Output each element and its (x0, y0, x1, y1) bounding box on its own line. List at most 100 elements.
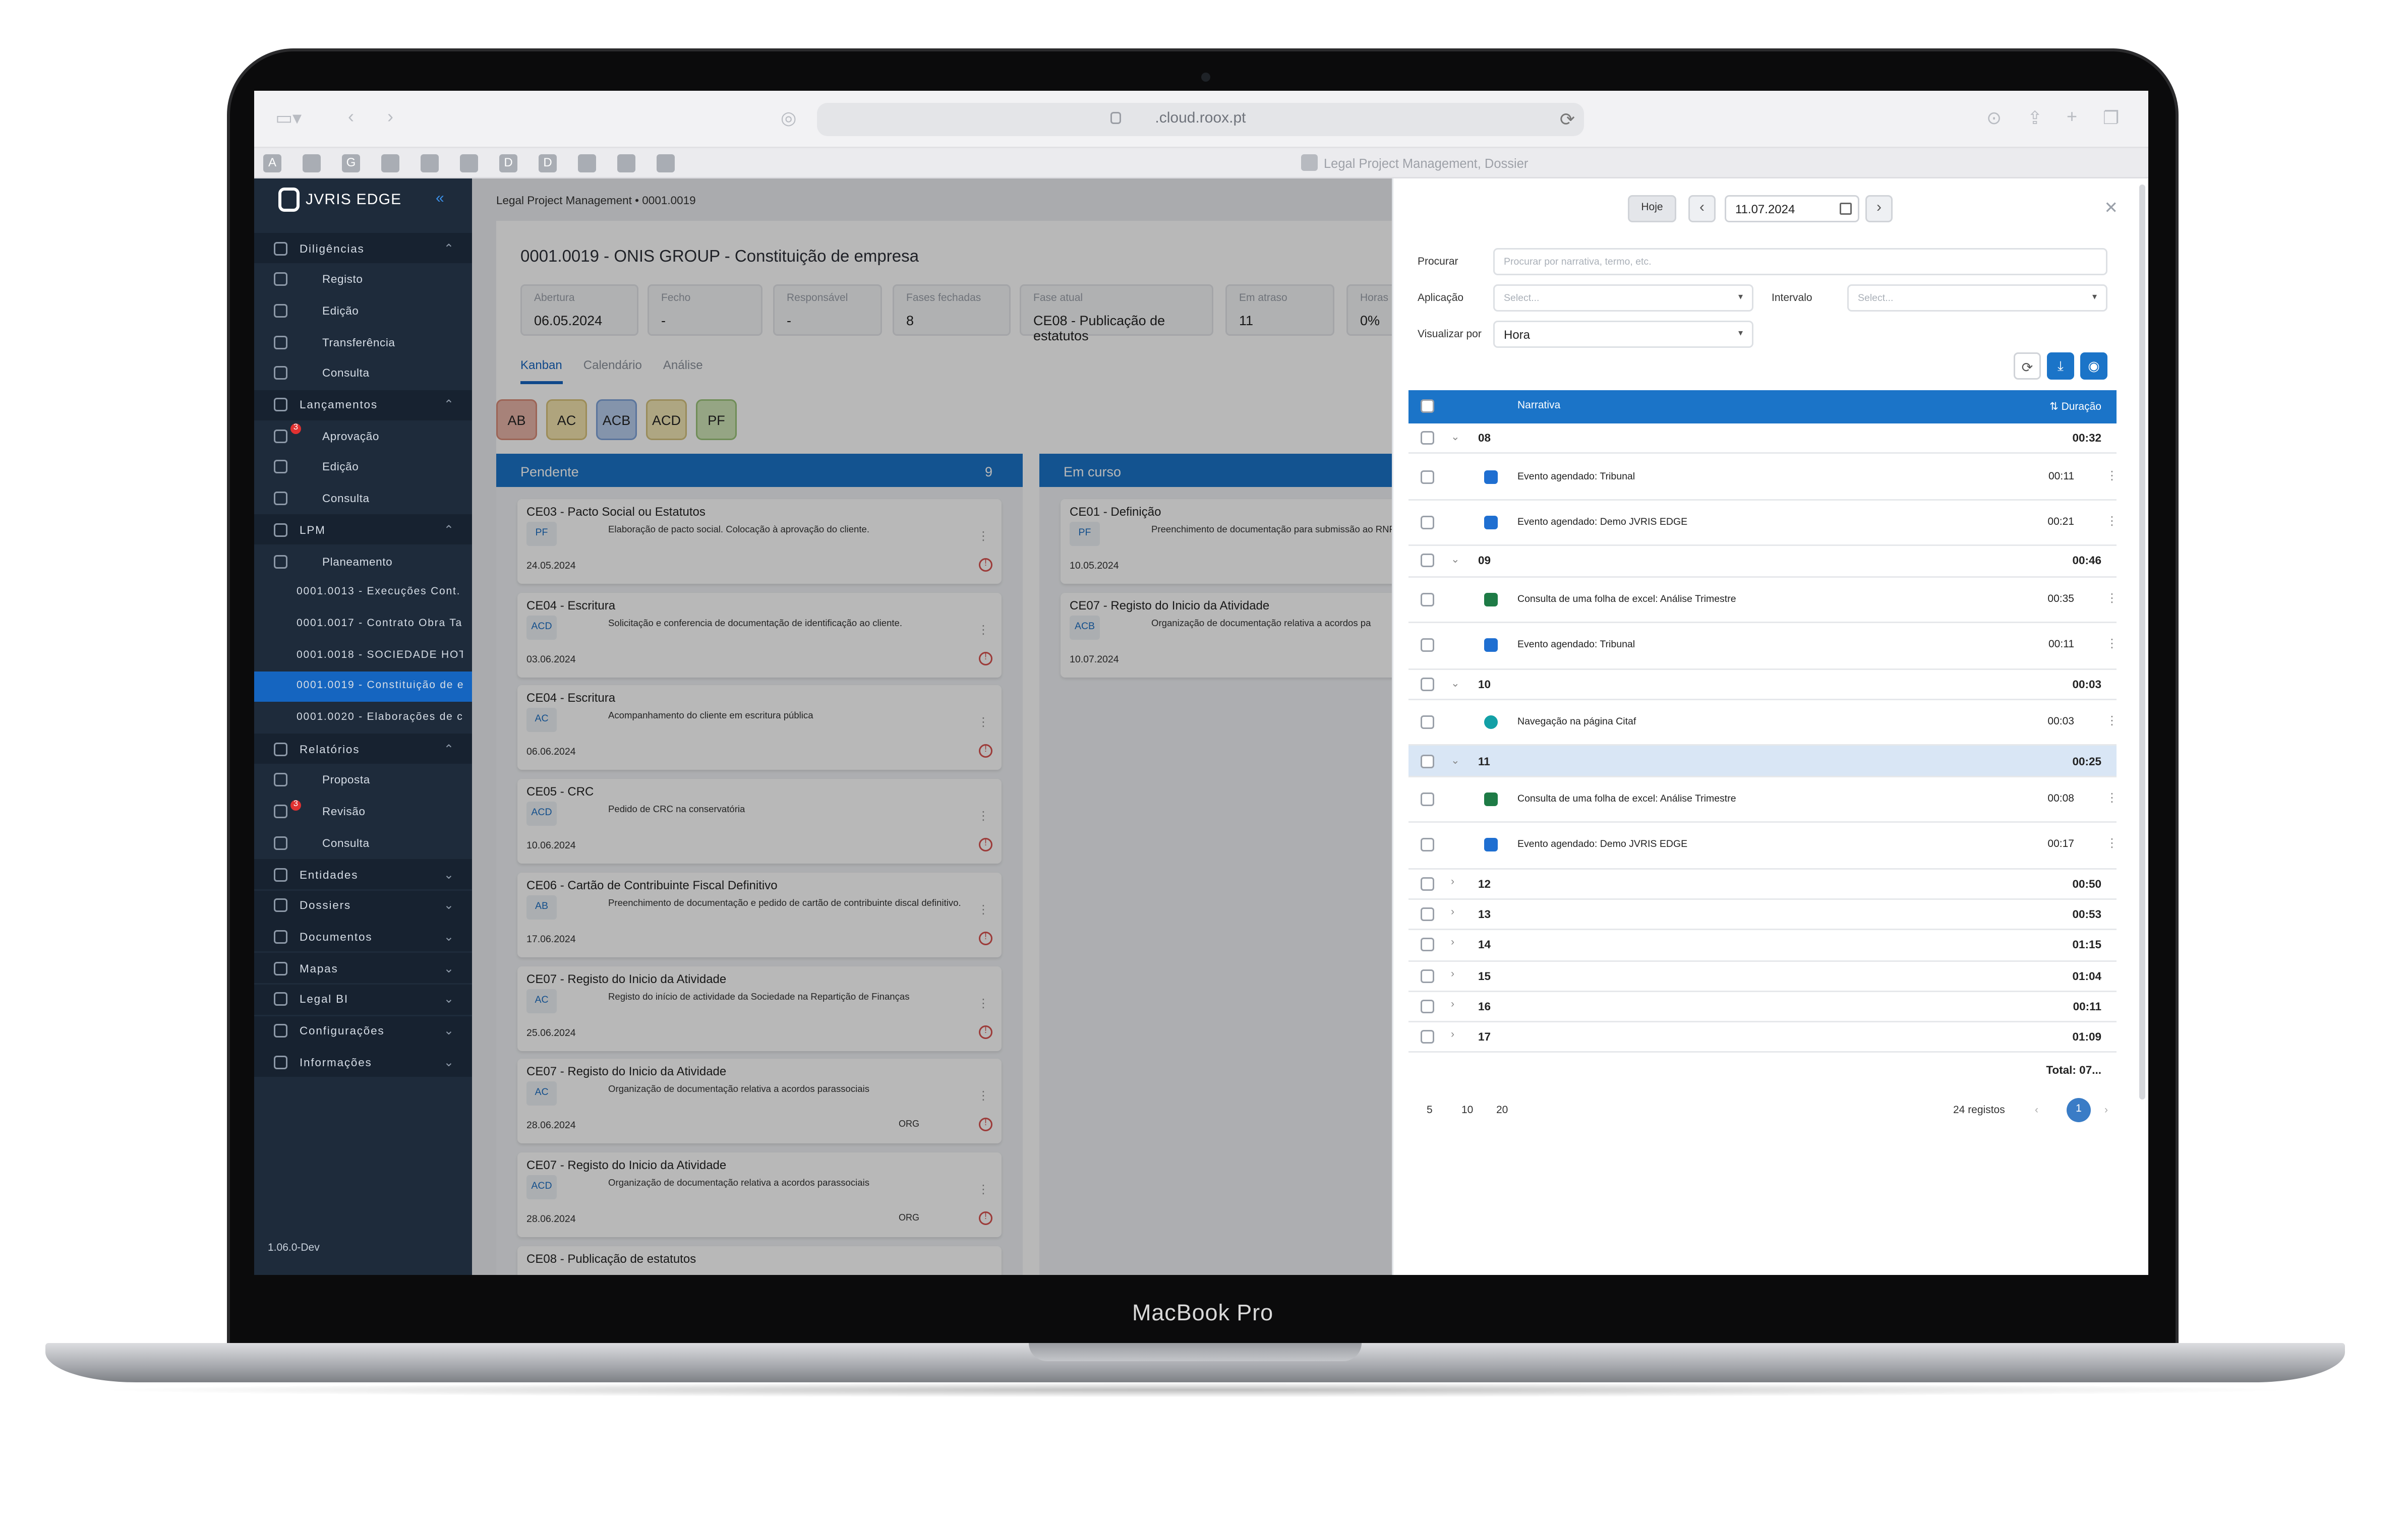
interval-select[interactable]: Select... ▾ (1847, 284, 2107, 312)
prev-page-icon[interactable]: ‹ (2035, 1106, 2038, 1116)
row-checkbox[interactable] (1421, 877, 1434, 891)
sidebar-item[interactable]: LPM ⌃ (254, 514, 472, 545)
kebab-menu-icon[interactable]: ⋮ (2101, 791, 2123, 805)
sidebar-item[interactable]: Proposta (254, 765, 472, 796)
sidebar-item[interactable]: Relatórios ⌃ (254, 734, 472, 764)
search-input[interactable]: Procurar por narrativa, termo, etc. (1493, 248, 2107, 275)
sidebar-item[interactable]: 0001.0018 - SOCIEDADE HOTEI (254, 640, 472, 670)
hour-group-row[interactable]: › 17 01:09 (1408, 1023, 2117, 1054)
select-all-checkbox[interactable] (1421, 399, 1434, 413)
duration-column-header[interactable]: ⇅ Duração (2049, 401, 2101, 413)
hour-group-row[interactable]: ⌄ 09 00:46 (1408, 546, 2117, 577)
chevron-icon[interactable]: ⌄ (444, 1024, 454, 1037)
activity-row[interactable]: Evento agendado: Tribunal 00:11 ⋮ (1408, 454, 2118, 501)
page-size-option[interactable]: 5 (1427, 1106, 1433, 1116)
sidebar-item[interactable]: Consulta (254, 358, 472, 388)
chevron-icon[interactable]: ⌄ (444, 1055, 454, 1069)
row-checkbox[interactable] (1421, 639, 1434, 653)
sidebar-item[interactable]: Legal BI ⌄ (254, 984, 472, 1015)
chevron-down-icon[interactable]: ⌄ (1451, 431, 1460, 443)
row-checkbox[interactable] (1421, 592, 1434, 606)
forward-icon[interactable]: › (387, 106, 393, 127)
row-checkbox[interactable] (1421, 938, 1434, 952)
export-button[interactable]: ⤓ (2047, 352, 2074, 380)
bookmark-favicon-icon[interactable] (578, 154, 596, 172)
kebab-menu-icon[interactable]: ⋮ (2101, 591, 2123, 605)
grammarly-icon[interactable]: ◎ (781, 107, 796, 129)
activity-row[interactable]: Consulta de uma folha de excel: Análise … (1408, 577, 2118, 624)
next-page-icon[interactable]: › (2104, 1106, 2108, 1116)
sidebar-item[interactable]: Planeamento (254, 546, 472, 576)
today-button[interactable]: Hoje (1628, 195, 1676, 222)
hour-group-row[interactable]: › 13 00:53 (1408, 900, 2117, 931)
sidebar-item[interactable]: Consulta (254, 828, 472, 858)
reload-icon[interactable]: ⟳ (1560, 109, 1575, 130)
refresh-button[interactable]: ⟳ (2014, 352, 2041, 380)
hour-group-row[interactable]: › 14 01:15 (1408, 931, 2117, 961)
date-input[interactable]: 11.07.2024 (1725, 195, 1859, 222)
sidebar-item[interactable]: Registo (254, 264, 472, 294)
sidebar-item[interactable]: Edição (254, 295, 472, 326)
row-checkbox[interactable] (1421, 1000, 1434, 1014)
chevron-icon[interactable]: ⌃ (444, 398, 454, 411)
tab-title[interactable]: Legal Project Management, Dossier (1301, 154, 1528, 171)
kebab-menu-icon[interactable]: ⋮ (2101, 637, 2123, 651)
activity-row[interactable]: Evento agendado: Tribunal 00:11 ⋮ (1408, 623, 2118, 669)
page-1-button[interactable]: 1 (2067, 1098, 2091, 1122)
sidebar-item[interactable]: Diligências ⌃ (254, 233, 472, 263)
sidebar-item[interactable]: Transferência (254, 327, 472, 357)
chevron-icon[interactable]: ⌄ (444, 868, 454, 881)
sidebar-item[interactable]: Dossiers ⌄ (254, 890, 472, 921)
chevron-icon[interactable]: ⌃ (444, 523, 454, 536)
hour-group-row[interactable]: ⌄ 10 00:03 (1408, 669, 2117, 700)
sidebar-item[interactable]: 0001.0013 - Execuções Cont. Pr (254, 577, 472, 607)
share-icon[interactable]: ⇪ (2027, 107, 2042, 129)
chevron-down-icon[interactable]: ⌄ (1451, 677, 1460, 689)
sidebar-item[interactable]: Entidades ⌄ (254, 859, 472, 889)
chevron-down-icon[interactable]: ⌄ (1451, 754, 1460, 766)
collapse-sidebar-icon[interactable]: « (436, 191, 444, 207)
bookmark-favicon-icon[interactable] (421, 154, 439, 172)
hour-group-row[interactable]: ⌄ 11 00:25 (1408, 746, 2117, 777)
back-icon[interactable]: ‹ (348, 106, 354, 127)
view-by-select[interactable]: Hora ▾ (1493, 321, 1753, 348)
panel-scrollbar[interactable] (2139, 185, 2145, 1100)
address-bar[interactable]: .cloud.roox.pt ⟳ (817, 103, 1584, 136)
chevron-icon[interactable]: ⌃ (444, 742, 454, 756)
row-checkbox[interactable] (1421, 754, 1434, 768)
kebab-menu-icon[interactable]: ⋮ (2101, 837, 2123, 850)
prev-day-button[interactable]: ‹ (1688, 195, 1716, 222)
sidebar-item[interactable]: 0001.0020 - Elaborações de cor (254, 703, 472, 733)
chevron-icon[interactable]: ⌄ (444, 993, 454, 1006)
row-checkbox[interactable] (1421, 838, 1434, 852)
tabs-overview-icon[interactable]: ❐ (2103, 107, 2119, 129)
sidebar-item[interactable]: 0001.0017 - Contrato Obra Tala (254, 608, 472, 639)
close-icon[interactable]: ✕ (2104, 198, 2118, 218)
row-checkbox[interactable] (1421, 715, 1434, 729)
bookmark-favicon-icon[interactable]: A (263, 154, 281, 172)
next-day-button[interactable]: › (1865, 195, 1893, 222)
chevron-right-icon[interactable]: › (1451, 877, 1454, 887)
row-checkbox[interactable] (1421, 554, 1434, 568)
chevron-right-icon[interactable]: › (1451, 907, 1454, 918)
sidebar-item[interactable]: Lançamentos ⌃ (254, 389, 472, 420)
activity-row[interactable]: Evento agendado: Demo JVRIS EDGE 00:17 ⋮ (1408, 823, 2118, 870)
chevron-right-icon[interactable]: › (1451, 1000, 1454, 1010)
sidebar-item[interactable]: Documentos ⌄ (254, 922, 472, 952)
chevron-icon[interactable]: ⌄ (444, 930, 454, 944)
bookmark-favicon-icon[interactable] (617, 154, 635, 172)
kebab-menu-icon[interactable]: ⋮ (2101, 468, 2123, 482)
row-checkbox[interactable] (1421, 792, 1434, 806)
hour-group-row[interactable]: › 16 00:11 (1408, 992, 2117, 1023)
chevron-icon[interactable]: ⌄ (444, 899, 454, 912)
sidebar-item[interactable]: Configurações ⌄ (254, 1015, 472, 1046)
new-tab-icon[interactable]: + (2067, 106, 2077, 127)
bookmark-favicon-icon[interactable] (657, 154, 675, 172)
row-checkbox[interactable] (1421, 516, 1434, 530)
visibility-button[interactable]: ◉ (2080, 352, 2107, 380)
bookmark-favicon-icon[interactable]: D (499, 154, 517, 172)
activity-row[interactable]: Navegação na página Citaf 00:03 ⋮ (1408, 700, 2118, 747)
page-size-option[interactable]: 20 (1496, 1106, 1508, 1116)
hour-group-row[interactable]: ⌄ 08 00:32 (1408, 423, 2117, 454)
modal-overlay[interactable] (472, 178, 1392, 1275)
